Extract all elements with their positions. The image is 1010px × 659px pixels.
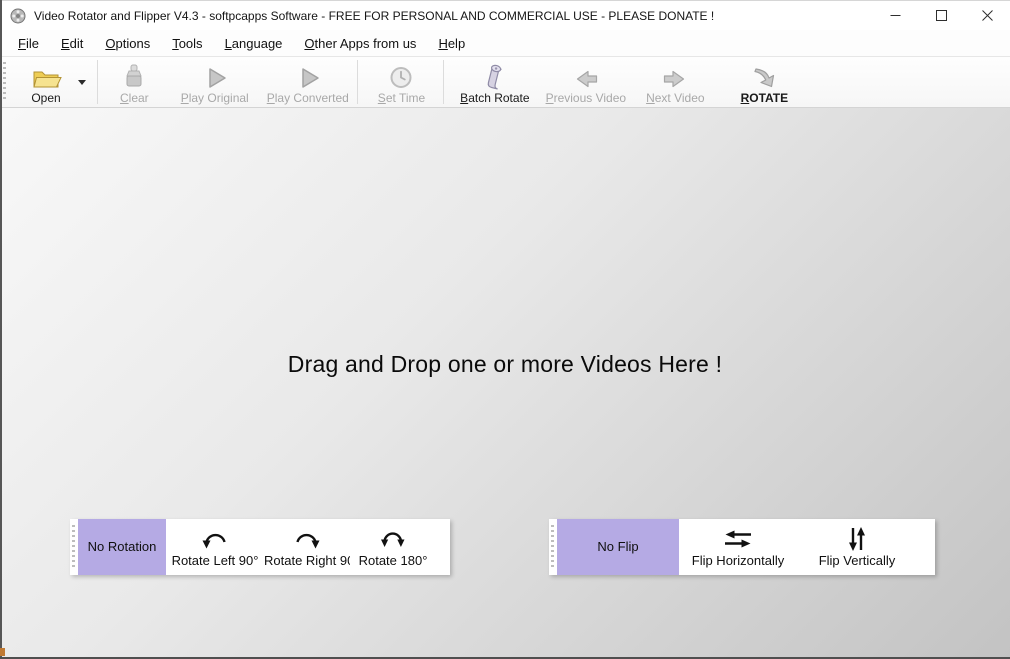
close-button[interactable]: [964, 1, 1010, 31]
batch-rotate-button[interactable]: Batch Rotate: [454, 58, 535, 106]
menu-language[interactable]: Language: [214, 32, 294, 55]
clear-button[interactable]: Clear: [114, 58, 155, 106]
maximize-button[interactable]: [918, 1, 964, 31]
window-title: Video Rotator and Flipper V4.3 - softpca…: [34, 9, 714, 23]
window-left-border: [0, 0, 2, 659]
no-rotation-button[interactable]: No Rotation: [78, 519, 166, 575]
menu-edit[interactable]: Edit: [50, 32, 94, 55]
play-icon: [295, 60, 321, 91]
flip-horizontally-button[interactable]: Flip Horizontally: [679, 519, 797, 575]
scroll-icon: [482, 60, 508, 91]
app-icon: [9, 7, 27, 25]
open-button[interactable]: Open: [24, 58, 68, 106]
no-flip-button[interactable]: No Flip: [557, 519, 679, 575]
menu-other-apps[interactable]: Other Apps from us: [293, 32, 427, 55]
window-controls: [872, 1, 1010, 31]
play-original-button[interactable]: Play Original: [175, 58, 255, 106]
arrow-left-icon: [572, 60, 600, 91]
rotate-left-90-button[interactable]: Rotate Left 90°: [166, 519, 264, 575]
toolbar-separator: [357, 60, 358, 104]
rotate-right-90-button[interactable]: Rotate Right 90°: [264, 519, 350, 575]
flip-vertically-button[interactable]: Flip Vertically: [797, 519, 917, 575]
arrow-right-icon: [661, 60, 689, 91]
clock-icon: [388, 60, 414, 91]
maximize-icon: [936, 10, 947, 21]
drop-hint-text: Drag and Drop one or more Videos Here !: [0, 351, 1010, 378]
folder-open-icon: [30, 60, 62, 91]
rotate-right-icon: [292, 526, 322, 552]
rotation-toolbar-drag-handle[interactable]: [72, 525, 75, 569]
brush-icon: [122, 60, 146, 91]
toolbar-separator: [443, 60, 444, 104]
title-bar: Video Rotator and Flipper V4.3 - softpca…: [0, 0, 1010, 30]
rotate-180-icon: [379, 526, 407, 552]
minimize-button[interactable]: [872, 1, 918, 31]
previous-video-button[interactable]: Previous Video: [540, 58, 633, 106]
chevron-down-icon: [78, 80, 86, 85]
desktop-artifact: [0, 648, 5, 656]
menu-bar: File Edit Options Tools Language Other A…: [0, 30, 1010, 56]
rotate-left-icon: [200, 526, 230, 552]
set-time-button[interactable]: Set Time: [372, 58, 431, 106]
drop-area[interactable]: Drag and Drop one or more Videos Here ! …: [0, 108, 1010, 659]
minimize-icon: [890, 10, 901, 21]
close-icon: [982, 10, 993, 21]
menu-help[interactable]: Help: [427, 32, 476, 55]
flip-horizontal-icon: [721, 526, 755, 552]
menu-file[interactable]: File: [7, 32, 50, 55]
rotate-button[interactable]: ROTATE: [735, 58, 795, 106]
play-icon: [202, 60, 228, 91]
rotate-arrow-icon: [749, 60, 779, 91]
flip-vertical-icon: [846, 526, 868, 552]
toolbar-drag-handle[interactable]: [3, 62, 6, 102]
menu-tools[interactable]: Tools: [161, 32, 213, 55]
main-toolbar: Open Clear Play Original Play Conv: [0, 56, 1010, 108]
rotation-toolbar: No Rotation Rotate Left 90° Rotate Right…: [70, 519, 450, 575]
toolbar-separator: [97, 60, 98, 104]
menu-options[interactable]: Options: [94, 32, 161, 55]
flip-toolbar-drag-handle[interactable]: [551, 525, 554, 569]
rotate-180-button[interactable]: Rotate 180°: [350, 519, 436, 575]
open-dropdown-button[interactable]: [74, 59, 90, 105]
next-video-button[interactable]: Next Video: [640, 58, 711, 106]
flip-toolbar: No Flip Flip Horizontally: [549, 519, 935, 575]
play-converted-button[interactable]: Play Converted: [261, 58, 355, 106]
